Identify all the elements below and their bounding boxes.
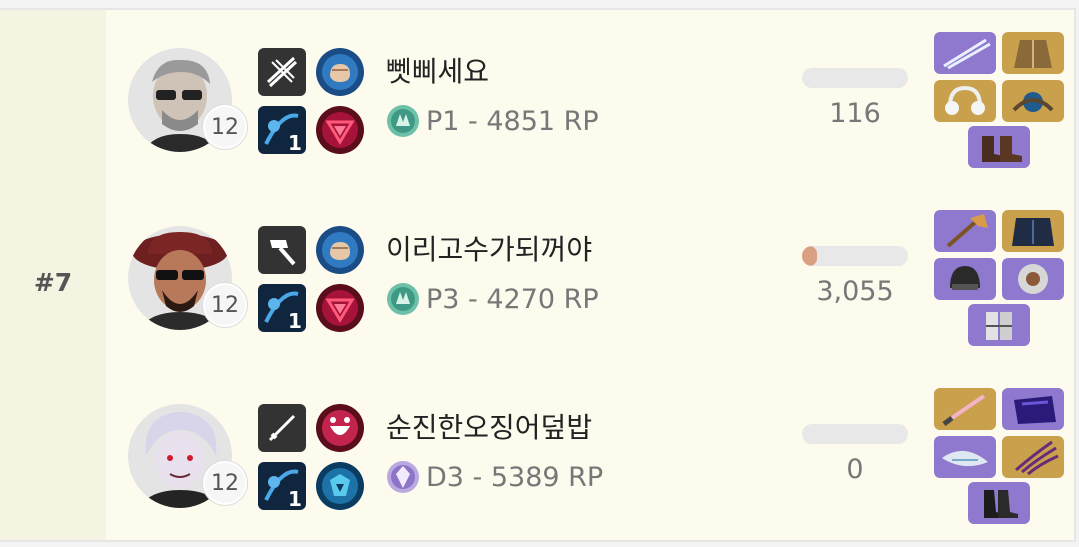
red-triangle-icon[interactable] — [316, 284, 364, 332]
hammer-icon[interactable] — [258, 226, 306, 274]
light-saber-item[interactable] — [934, 388, 996, 430]
stat-bar — [802, 424, 908, 444]
player-row[interactable]: 12 1 이리고수가되꺼야 P3 - 4270 RP 3,055 — [106, 188, 1076, 366]
orb-item[interactable] — [1002, 80, 1064, 122]
purple-cloak-item[interactable] — [1002, 388, 1064, 430]
player-name[interactable]: 이리고수가되꺼야 — [386, 228, 592, 268]
player-name[interactable]: 순진한오징어덮밥 — [386, 406, 592, 446]
level-badge: 12 — [203, 283, 247, 327]
disc-item[interactable] — [1002, 258, 1064, 300]
skill-badge: 1 — [288, 309, 302, 332]
player-name[interactable]: 뻿삐세요 — [386, 50, 489, 90]
stat-value: 0 — [846, 454, 864, 485]
dash-skill-icon[interactable]: 1 — [258, 462, 306, 510]
katana-icon[interactable] — [258, 404, 306, 452]
dash-skill-icon[interactable]: 1 — [258, 106, 306, 154]
war-axe-item[interactable] — [934, 210, 996, 252]
tier-text: D3 - 5389 RP — [426, 461, 604, 493]
team-rank: #7 — [33, 268, 73, 297]
armor-jacket-item[interactable] — [1002, 32, 1064, 74]
dual-swords-item[interactable] — [934, 32, 996, 74]
stat-value: 116 — [829, 98, 881, 129]
fist-punch-icon[interactable] — [316, 48, 364, 96]
dark-armor-item[interactable] — [1002, 210, 1064, 252]
gauntlet-item[interactable] — [968, 304, 1030, 346]
fist-punch-icon[interactable] — [316, 226, 364, 274]
tier-row: P1 - 4851 RP — [386, 102, 599, 140]
claw-item[interactable] — [1002, 436, 1064, 478]
crossed-rifles-icon[interactable] — [258, 48, 306, 96]
helmet-item[interactable] — [934, 258, 996, 300]
tier-text: P3 - 4270 RP — [426, 283, 599, 315]
dark-boots-item[interactable] — [968, 482, 1030, 524]
tier-row: P3 - 4270 RP — [386, 280, 599, 318]
headphones-item[interactable] — [934, 80, 996, 122]
tier-text: P1 - 4851 RP — [426, 105, 599, 137]
stat-bar — [802, 246, 908, 266]
spiked-blade-item[interactable] — [934, 436, 996, 478]
tier-row: D3 - 5389 RP — [386, 458, 603, 496]
stat-bar — [802, 68, 908, 88]
stat-bar-fill — [802, 246, 817, 266]
level-badge: 12 — [203, 461, 247, 505]
dash-skill-icon[interactable]: 1 — [258, 284, 306, 332]
platinum-tier-icon — [387, 283, 419, 315]
blue-emblem-icon[interactable] — [316, 462, 364, 510]
level-badge: 12 — [203, 105, 247, 149]
team-card: #7 12 1 뻿삐세요 P1 - 4851 RP 116 12 1 이리고수가… — [0, 8, 1076, 542]
diamond-tier-icon — [387, 461, 419, 493]
red-triangle-icon[interactable] — [316, 106, 364, 154]
stat-value: 3,055 — [816, 276, 894, 307]
player-row[interactable]: 12 1 뻿삐세요 P1 - 4851 RP 116 — [106, 10, 1076, 188]
laughing-mask-icon[interactable] — [316, 404, 364, 452]
boots-item[interactable] — [968, 126, 1030, 168]
player-row[interactable]: 12 1 순진한오징어덮밥 D3 - 5389 RP 0 — [106, 366, 1076, 544]
skill-badge: 1 — [288, 131, 302, 154]
platinum-tier-icon — [387, 105, 419, 137]
skill-badge: 1 — [288, 487, 302, 510]
